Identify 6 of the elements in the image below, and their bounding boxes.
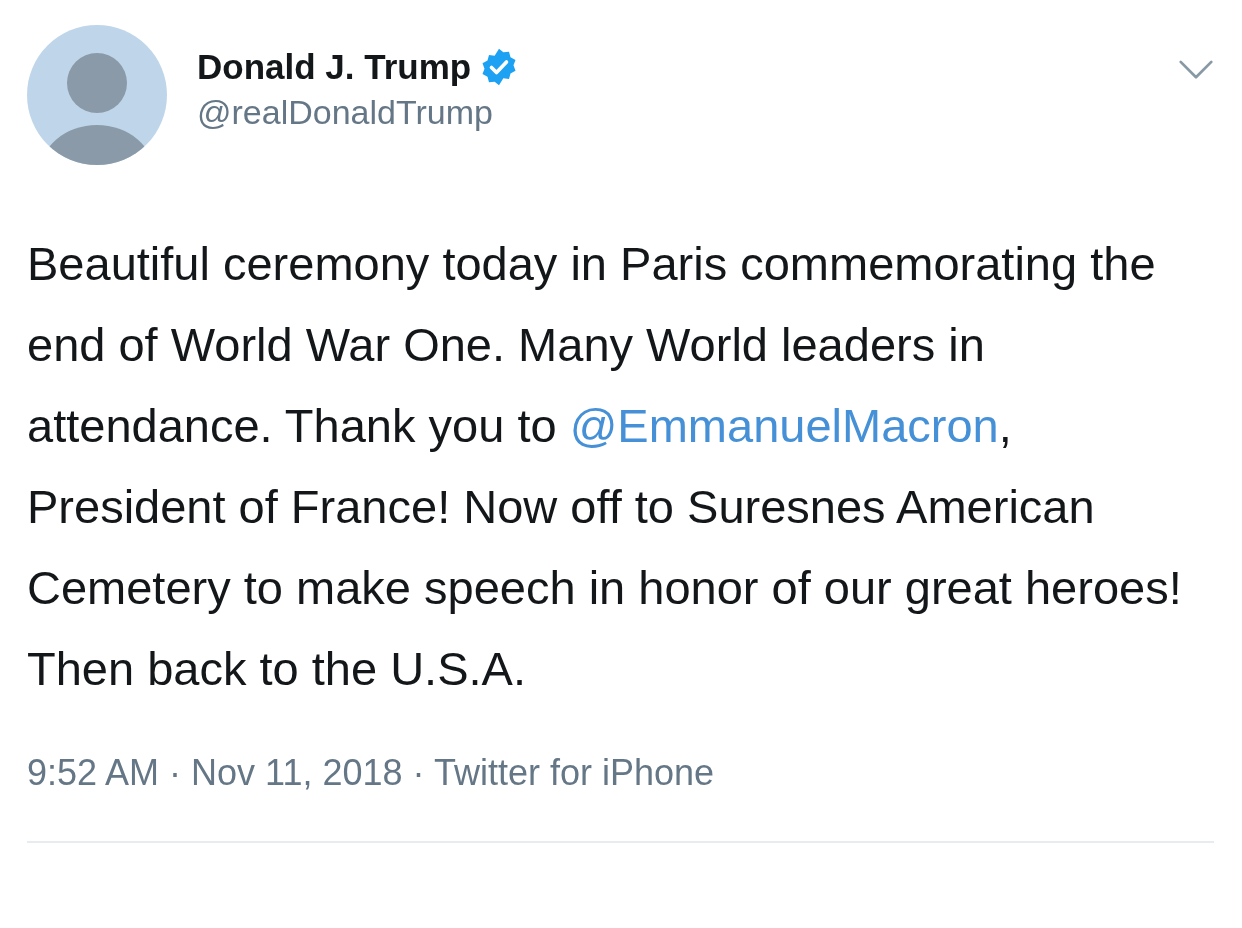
mention-link[interactable]: @EmmanuelMacron [569,399,999,452]
author-handle[interactable]: @realDonaldTrump [197,89,520,135]
chevron-down-icon[interactable] [1178,59,1214,81]
tweet-timestamp: 9:52 AM · Nov 11, 2018 · Twitter for iPhone [27,751,716,795]
author-name[interactable]: Donald J. Trump [197,45,472,89]
tweet-text: Beautiful ceremony today in Paris commemorating the end of World War One. Many World leaders in attendance. Thank you to @EmmanuelMacron, President of France! Now off to Suresnes American Cemetery to make speech in honor of our great heroes! Then back to the U.S.A. [27,236,1183,697]
